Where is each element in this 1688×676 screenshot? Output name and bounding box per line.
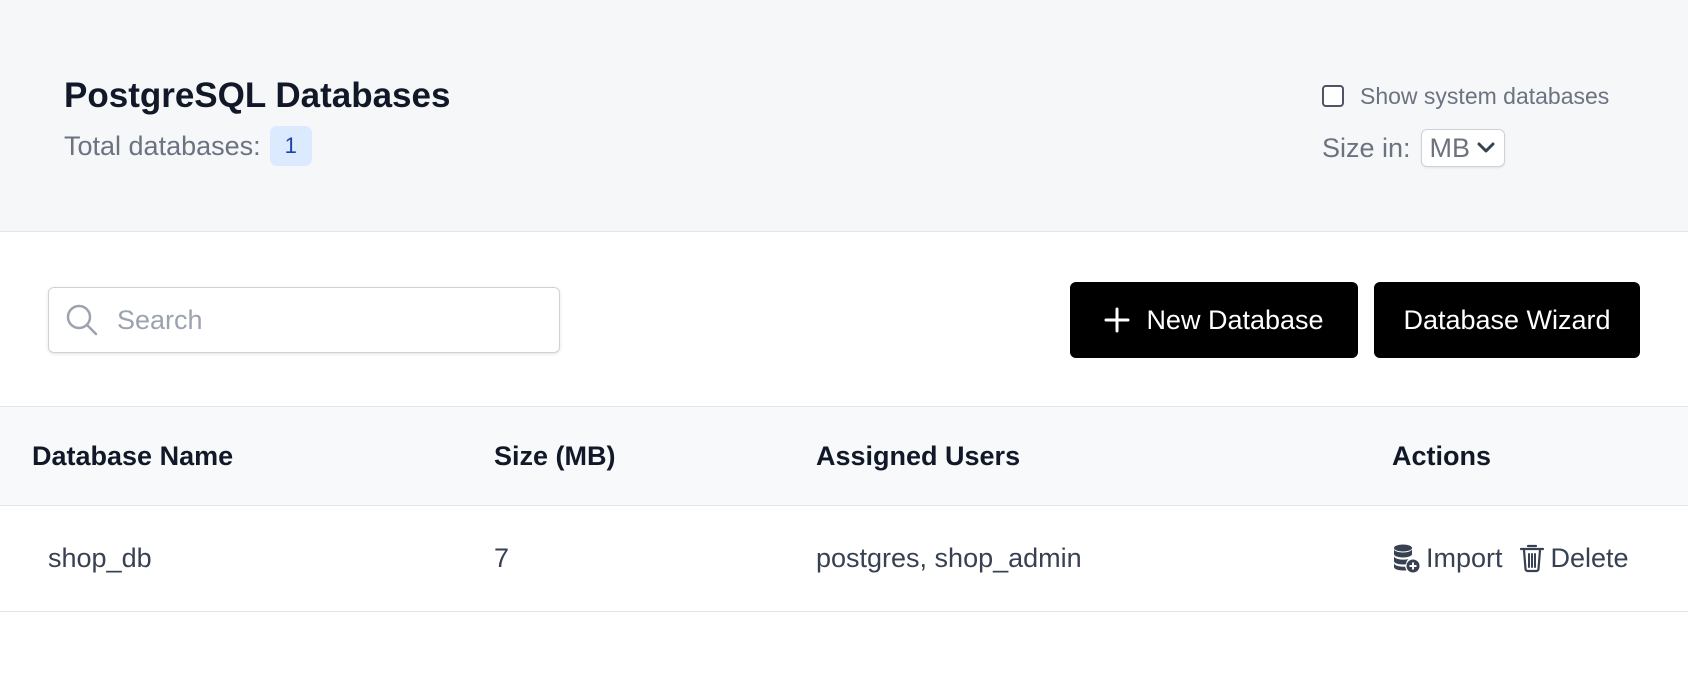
- column-header-size: Size (MB): [494, 441, 616, 471]
- size-in-label: Size in:: [1322, 132, 1411, 163]
- import-button[interactable]: Import: [1392, 543, 1503, 574]
- trash-icon: [1519, 543, 1545, 573]
- plus-icon: [1104, 307, 1130, 333]
- count-badge: 1: [269, 126, 312, 166]
- database-wizard-label: Database Wizard: [1403, 304, 1611, 335]
- show-system-databases-label[interactable]: Show system databases: [1360, 83, 1609, 110]
- database-wizard-button[interactable]: Database Wizard: [1374, 282, 1640, 358]
- row-actions: Import Delete: [1392, 506, 1629, 610]
- new-database-label: New Database: [1146, 304, 1324, 335]
- total-databases: Total databases: 1: [64, 126, 312, 166]
- column-header-name: Database Name: [32, 441, 234, 471]
- search-input[interactable]: [115, 303, 539, 337]
- page-title: PostgreSQL Databases: [64, 76, 451, 115]
- assigned-users-cell: postgres, shop_admin: [816, 543, 1082, 573]
- total-databases-label: Total databases:: [64, 130, 261, 161]
- delete-label: Delete: [1550, 542, 1629, 573]
- show-system-databases-toggle[interactable]: Show system databases: [1322, 80, 1609, 112]
- database-name-cell: shop_db: [48, 543, 152, 573]
- database-import-icon: [1392, 543, 1420, 573]
- column-header-users: Assigned Users: [816, 441, 1021, 471]
- new-database-button[interactable]: New Database: [1070, 282, 1358, 358]
- table-row: shop_db 7 postgres, shop_admin Import De…: [0, 506, 1688, 612]
- delete-button[interactable]: Delete: [1519, 543, 1629, 574]
- show-system-databases-checkbox[interactable]: [1322, 85, 1344, 107]
- import-label: Import: [1426, 542, 1503, 573]
- search-box[interactable]: [48, 287, 560, 353]
- column-header-actions: Actions: [1392, 441, 1492, 471]
- size-unit-row: Size in: MB: [1322, 128, 1505, 168]
- size-unit-value: MB: [1429, 132, 1471, 163]
- database-size-cell: 7: [494, 543, 510, 573]
- size-unit-select[interactable]: MB: [1420, 129, 1505, 167]
- search-icon: [65, 303, 99, 337]
- chevron-down-icon: [1476, 141, 1496, 155]
- databases-table: Database Name Size (MB) Assigned Users A…: [0, 406, 1688, 612]
- table-header: Database Name Size (MB) Assigned Users A…: [0, 406, 1688, 506]
- page-header: PostgreSQL Databases Total databases: 1 …: [0, 0, 1688, 232]
